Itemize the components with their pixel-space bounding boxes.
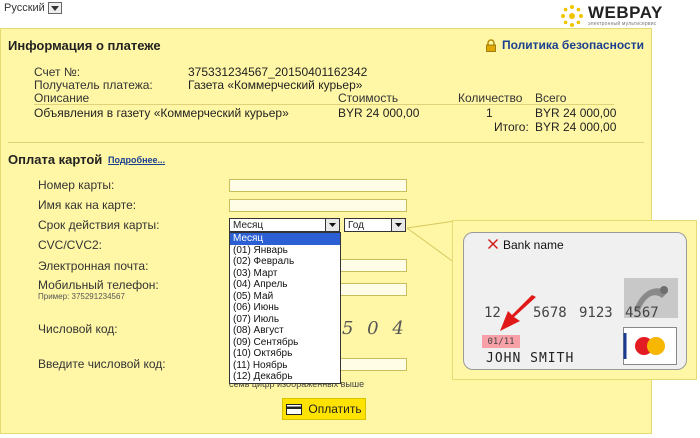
total-value: BYR 24 000,00 <box>535 120 617 134</box>
phone-input[interactable] <box>340 283 407 296</box>
chevron-down-icon[interactable] <box>391 219 405 231</box>
dropdown-option[interactable]: (07) Июль <box>230 314 340 326</box>
dropdown-option[interactable]: (02) Февраль <box>230 256 340 268</box>
dropdown-option[interactable]: (04) Апрель <box>230 279 340 291</box>
dropdown-option[interactable]: (12) Декабрь <box>230 371 340 383</box>
payment-info-title: Информация о платеже <box>8 38 161 53</box>
table-cell-quantity: 1 <box>486 106 493 120</box>
card-payment-title: Оплата картой <box>8 152 103 167</box>
month-select-value: Месяц <box>233 219 264 231</box>
card-name-input[interactable] <box>229 199 407 212</box>
table-header-quantity: Количество <box>458 91 523 105</box>
month-dropdown-list[interactable]: Месяц (01) Январь (02) Февраль (03) Март… <box>229 232 341 384</box>
captcha-label: Числовой код: <box>38 322 118 336</box>
year-select-value: Год <box>348 219 364 231</box>
phone-label: Мобильный телефон: <box>38 278 159 292</box>
pay-button-label: Оплатить <box>308 402 362 416</box>
table-header-divider <box>34 104 614 105</box>
dropdown-option[interactable]: (01) Январь <box>230 245 340 257</box>
pay-button[interactable]: Оплатить <box>282 398 366 420</box>
lock-icon <box>486 38 496 52</box>
sun-logo-icon <box>561 5 583 27</box>
logo-text: WEBPAY <box>588 3 663 22</box>
logo-tagline: электронный мультисервис <box>588 21 657 27</box>
webpay-logo: WEBPAY электронный мультисервис <box>560 4 663 28</box>
arrow-icon <box>500 295 536 331</box>
month-select[interactable]: Месяц <box>229 218 340 232</box>
year-select[interactable]: Год <box>344 218 406 232</box>
table-cell-price: BYR 24 000,00 <box>338 106 420 120</box>
card-name-label: Имя как на карте: <box>38 198 137 212</box>
expiry-label: Срок действия карты: <box>38 218 160 232</box>
dropdown-option[interactable]: (08) Август <box>230 325 340 337</box>
chevron-down-icon[interactable] <box>325 219 339 231</box>
dropdown-option[interactable]: (05) Май <box>230 291 340 303</box>
table-header-total: Всего <box>535 91 567 105</box>
bank-logo-icon <box>488 239 498 249</box>
recipient-label: Получатель платежа: <box>34 78 153 92</box>
card-number-label: Номер карты: <box>38 178 115 192</box>
captcha-image: 5 0 4 <box>342 318 408 339</box>
dropdown-option[interactable]: (03) Март <box>230 268 340 280</box>
card-number-group: 9123 <box>579 305 613 321</box>
bank-name: Bank name <box>503 238 564 252</box>
table-header-price: Стоимость <box>338 91 399 105</box>
credit-card-icon <box>286 403 303 415</box>
chevron-down-icon[interactable] <box>47 2 62 14</box>
language-label: Русский <box>4 2 45 14</box>
email-label: Электронная почта: <box>38 259 149 273</box>
section-divider <box>8 142 644 143</box>
invoice-label: Счет №: <box>34 65 81 79</box>
table-cell-description: Объявления в газету «Коммерческий курьер… <box>34 106 289 120</box>
recipient-value: Газета «Коммерческий курьер» <box>188 78 363 92</box>
total-label: Итого: <box>494 120 529 134</box>
email-input[interactable] <box>340 259 407 272</box>
dropdown-option[interactable]: Месяц <box>230 233 340 245</box>
dropdown-option[interactable]: (09) Сентябрь <box>230 337 340 349</box>
mastercard-icon <box>623 327 677 365</box>
table-cell-total: BYR 24 000,00 <box>535 106 617 120</box>
table-header-description: Описание <box>34 91 90 105</box>
card-holder: JOHN SMITH <box>486 351 575 366</box>
dropdown-option[interactable]: (10) Октябрь <box>230 348 340 360</box>
cvc-label: CVC/CVC2: <box>38 238 103 252</box>
captcha-input-label: Введите числовой код: <box>38 357 166 371</box>
card-expiry: 01/11 <box>482 335 520 348</box>
dropdown-option[interactable]: (06) Июнь <box>230 302 340 314</box>
card-number-input[interactable] <box>229 179 407 192</box>
dropdown-option[interactable]: (11) Ноябрь <box>230 360 340 372</box>
phone-example: Пример: 375291234567 <box>38 292 125 301</box>
privacy-link-text[interactable]: Политика безопасности <box>502 38 644 52</box>
captcha-input[interactable] <box>340 358 407 371</box>
card-number-group: 4567 <box>625 305 659 321</box>
language-selector[interactable]: Русский <box>4 2 62 14</box>
invoice-value: 375331234567_20150401162342 <box>188 65 368 79</box>
more-info-link[interactable]: Подробнее... <box>108 155 165 165</box>
privacy-policy-link[interactable]: Политика безопасности <box>486 38 644 52</box>
